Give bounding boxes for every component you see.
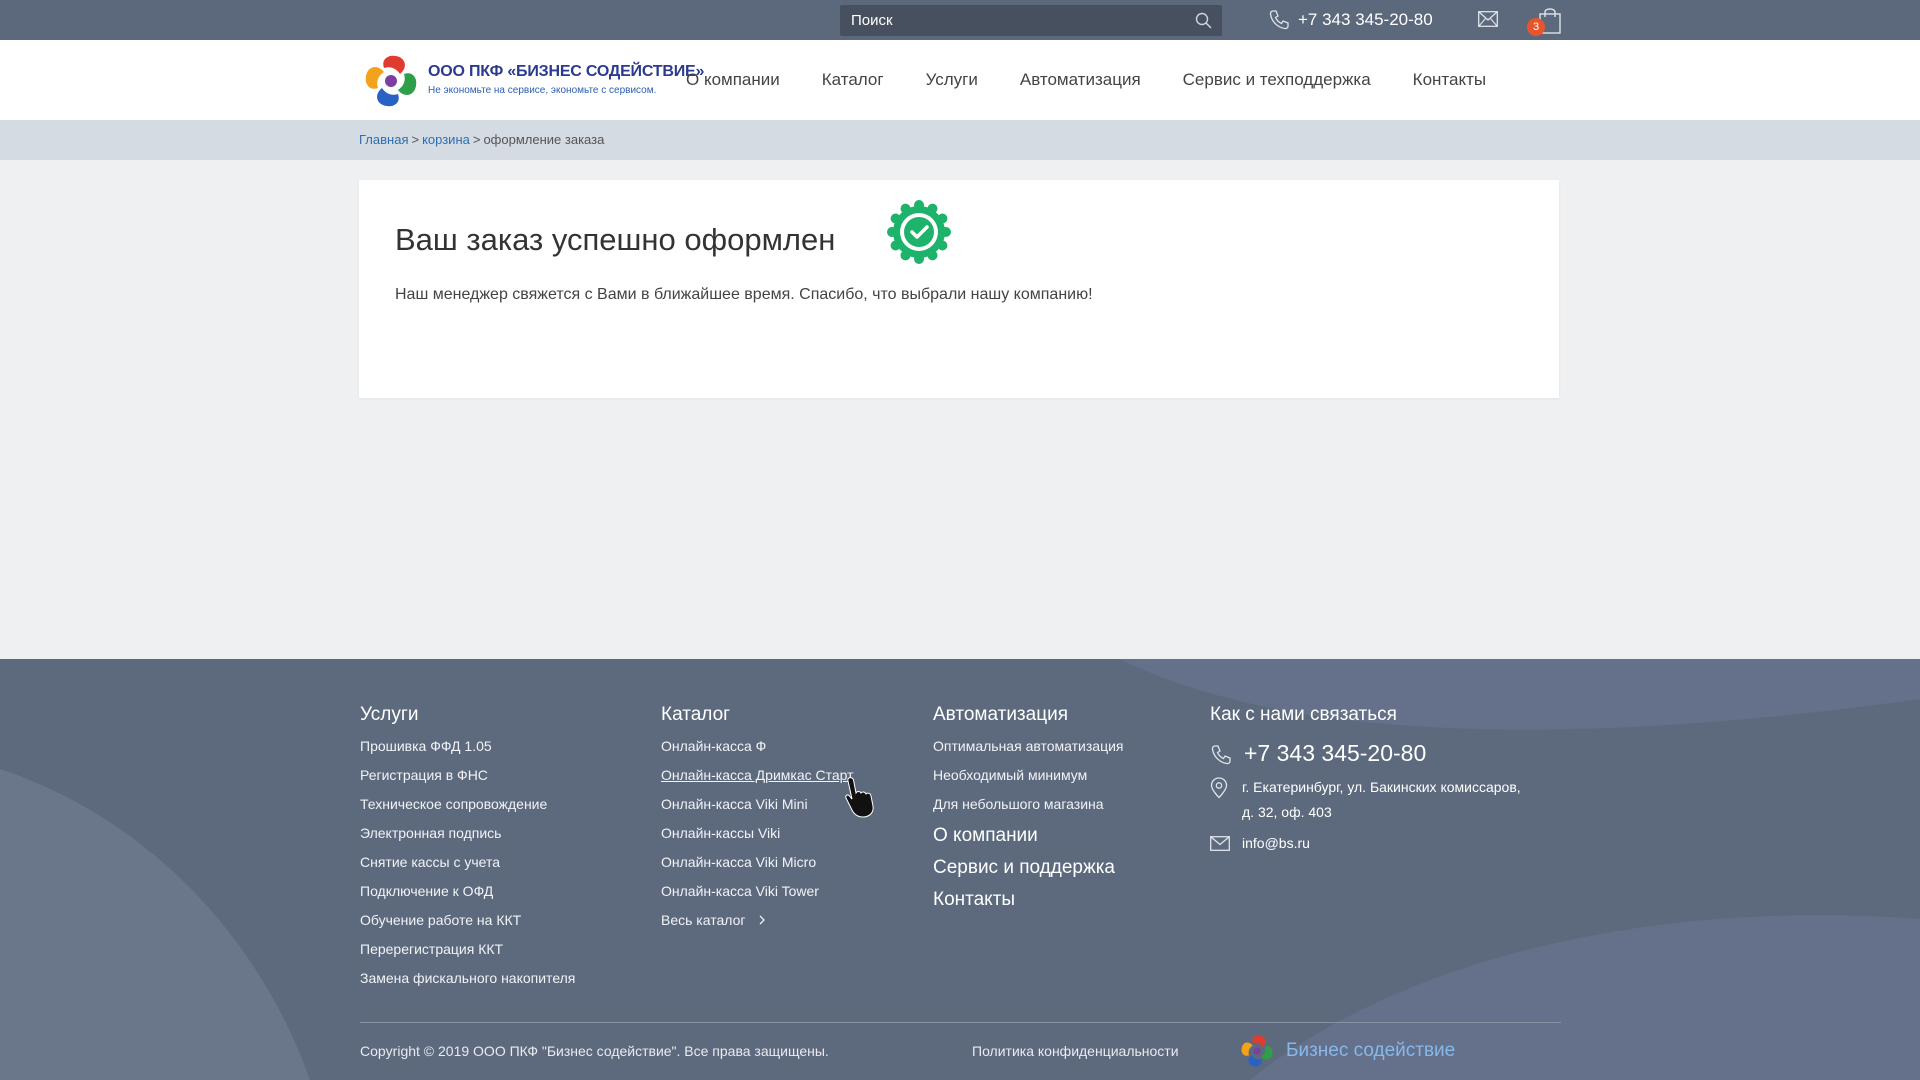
footer-link[interactable]: Онлайн-касса Viki Tower <box>661 880 854 909</box>
privacy-policy-link[interactable]: Политика конфиденциальности <box>972 1043 1179 1059</box>
footer: Услуги Прошивка ФФД 1.05 Регистрация в Ф… <box>0 659 1920 1080</box>
footer-link[interactable]: Подключение к ОФД <box>360 880 575 909</box>
confirmation-title: Ваш заказ успешно оформлен <box>395 222 836 257</box>
copyright-text: Copyright © 2019 ООО ПКФ "Бизнес содейст… <box>360 1043 829 1059</box>
breadcrumb: Главная > корзина > оформление заказа <box>359 132 604 147</box>
footer-link[interactable]: Снятие кассы с учета <box>360 851 575 880</box>
breadcrumb-separator: > <box>472 132 481 147</box>
footer-address: г. Екатеринбург, ул. Бакинских комиссаро… <box>1242 775 1521 825</box>
footer-email: info@bs.ru <box>1242 835 1310 851</box>
breadcrumb-cart[interactable]: корзина <box>422 132 470 147</box>
phone-icon <box>1269 10 1289 30</box>
footer-support-link[interactable]: Сервис и поддержка <box>933 856 1123 888</box>
footer-link[interactable]: Техническое сопровождение <box>360 793 575 822</box>
footer-link[interactable]: Онлайн-касса Ф <box>661 735 854 764</box>
breadcrumb-bar: Главная > корзина > оформление заказа <box>0 120 1920 160</box>
nav-support[interactable]: Сервис и техподдержка <box>1183 70 1371 90</box>
top-phone[interactable]: +7 343 345-20-80 <box>1268 7 1433 33</box>
nav-contacts[interactable]: Контакты <box>1413 70 1486 90</box>
hand-cursor-icon <box>845 777 874 818</box>
footer-link[interactable]: Онлайн-кассы Viki <box>661 822 854 851</box>
search-input[interactable] <box>840 5 1180 36</box>
footer-about-link[interactable]: О компании <box>933 824 1123 856</box>
footer-link[interactable]: Оптимальная автоматизация <box>933 735 1123 764</box>
footer-link[interactable]: Онлайн-касса Viki Mini <box>661 793 854 822</box>
footer-divider <box>360 1022 1561 1023</box>
footer-automation-column: Автоматизация Оптимальная автоматизация … <box>933 704 1123 920</box>
brand-emblem-icon <box>1241 1035 1273 1067</box>
company-logo[interactable]: ООО ПКФ «БИЗНЕС СОДЕЙСТВИЕ» Не экономьте… <box>360 50 704 112</box>
footer-catalog-title[interactable]: Каталог <box>661 704 854 726</box>
footer-brand-logo[interactable]: Бизнес содействие <box>1238 1032 1455 1070</box>
nav-services[interactable]: Услуги <box>926 70 978 90</box>
nav-automation[interactable]: Автоматизация <box>1020 70 1141 90</box>
footer-contacts-link[interactable]: Контакты <box>933 888 1123 920</box>
footer-automation-title[interactable]: Автоматизация <box>933 704 1123 726</box>
order-confirmation-card: Ваш заказ успешно оформлен Наш менеджер … <box>359 180 1559 398</box>
footer-contacts-title: Как с нами связаться <box>1210 704 1397 725</box>
phone-icon <box>1211 745 1231 765</box>
footer-services-title[interactable]: Услуги <box>360 704 575 726</box>
location-icon <box>1210 777 1228 799</box>
top-bar: +7 343 345-20-80 3 <box>0 0 1920 40</box>
footer-link[interactable]: Электронная подпись <box>360 822 575 851</box>
nav-about[interactable]: О компании <box>686 70 780 90</box>
cart-count-badge: 3 <box>1527 18 1545 36</box>
mail-icon[interactable] <box>1478 11 1498 27</box>
logo-title: ООО ПКФ «БИЗНЕС СОДЕЙСТВИЕ» <box>428 63 705 80</box>
breadcrumb-current: оформление заказа <box>483 132 605 147</box>
footer-contacts-column: Как с нами связаться +7 343 345-20-80 г.… <box>1210 704 1521 851</box>
footer-email-row[interactable]: info@bs.ru <box>1210 835 1521 851</box>
footer-link[interactable]: Обучение работе на ККТ <box>360 909 575 938</box>
full-catalog-label: Весь каталог <box>661 912 746 928</box>
top-phone-number: +7 343 345-20-80 <box>1298 10 1433 29</box>
check-badge-icon <box>887 200 951 264</box>
logo-emblem-icon <box>365 55 417 107</box>
footer-address-line1: г. Екатеринбург, ул. Бакинских комиссаро… <box>1242 779 1521 795</box>
footer-link[interactable]: Онлайн-касса Viki Micro <box>661 851 854 880</box>
footer-services-column: Услуги Прошивка ФФД 1.05 Регистрация в Ф… <box>360 704 575 996</box>
nav-catalog[interactable]: Каталог <box>822 70 884 90</box>
logo-tagline: Не экономьте на сервисе, экономьте с сер… <box>428 85 657 96</box>
footer-phone-row[interactable]: +7 343 345-20-80 <box>1210 740 1521 767</box>
footer-phone-number: +7 343 345-20-80 <box>1244 740 1427 766</box>
footer-link[interactable]: Необходимый минимум <box>933 764 1123 793</box>
search-icon[interactable] <box>1195 12 1212 29</box>
breadcrumb-separator: > <box>411 132 420 147</box>
chevron-right-icon <box>759 915 766 925</box>
header: ООО ПКФ «БИЗНЕС СОДЕЙСТВИЕ» Не экономьте… <box>0 40 1920 120</box>
confirmation-message: Наш менеджер свяжется с Вами в ближайшее… <box>395 286 1093 303</box>
footer-brand-name: Бизнес содействие <box>1286 1040 1456 1061</box>
footer-address-row: г. Екатеринбург, ул. Бакинских комиссаро… <box>1210 775 1521 825</box>
footer-address-line2: д. 32, оф. 403 <box>1242 804 1332 820</box>
breadcrumb-home[interactable]: Главная <box>359 132 408 147</box>
footer-link-hovered[interactable]: Онлайн-касса Дримкас Старт <box>661 764 854 793</box>
footer-link[interactable]: Регистрация в ФНС <box>360 764 575 793</box>
mail-icon <box>1210 835 1230 851</box>
footer-link[interactable]: Перерегистрация ККТ <box>360 938 575 967</box>
full-catalog-link[interactable]: Весь каталог <box>661 909 854 938</box>
footer-link[interactable]: Замена фискального накопителя <box>360 967 575 996</box>
footer-catalog-column: Каталог Онлайн-касса Ф Онлайн-касса Дрим… <box>661 704 854 938</box>
footer-link[interactable]: Прошивка ФФД 1.05 <box>360 735 575 764</box>
footer-link[interactable]: Для небольшого магазина <box>933 793 1123 822</box>
search-box <box>840 5 1222 36</box>
main-nav: О компании Каталог Услуги Автоматизация … <box>686 40 1528 120</box>
